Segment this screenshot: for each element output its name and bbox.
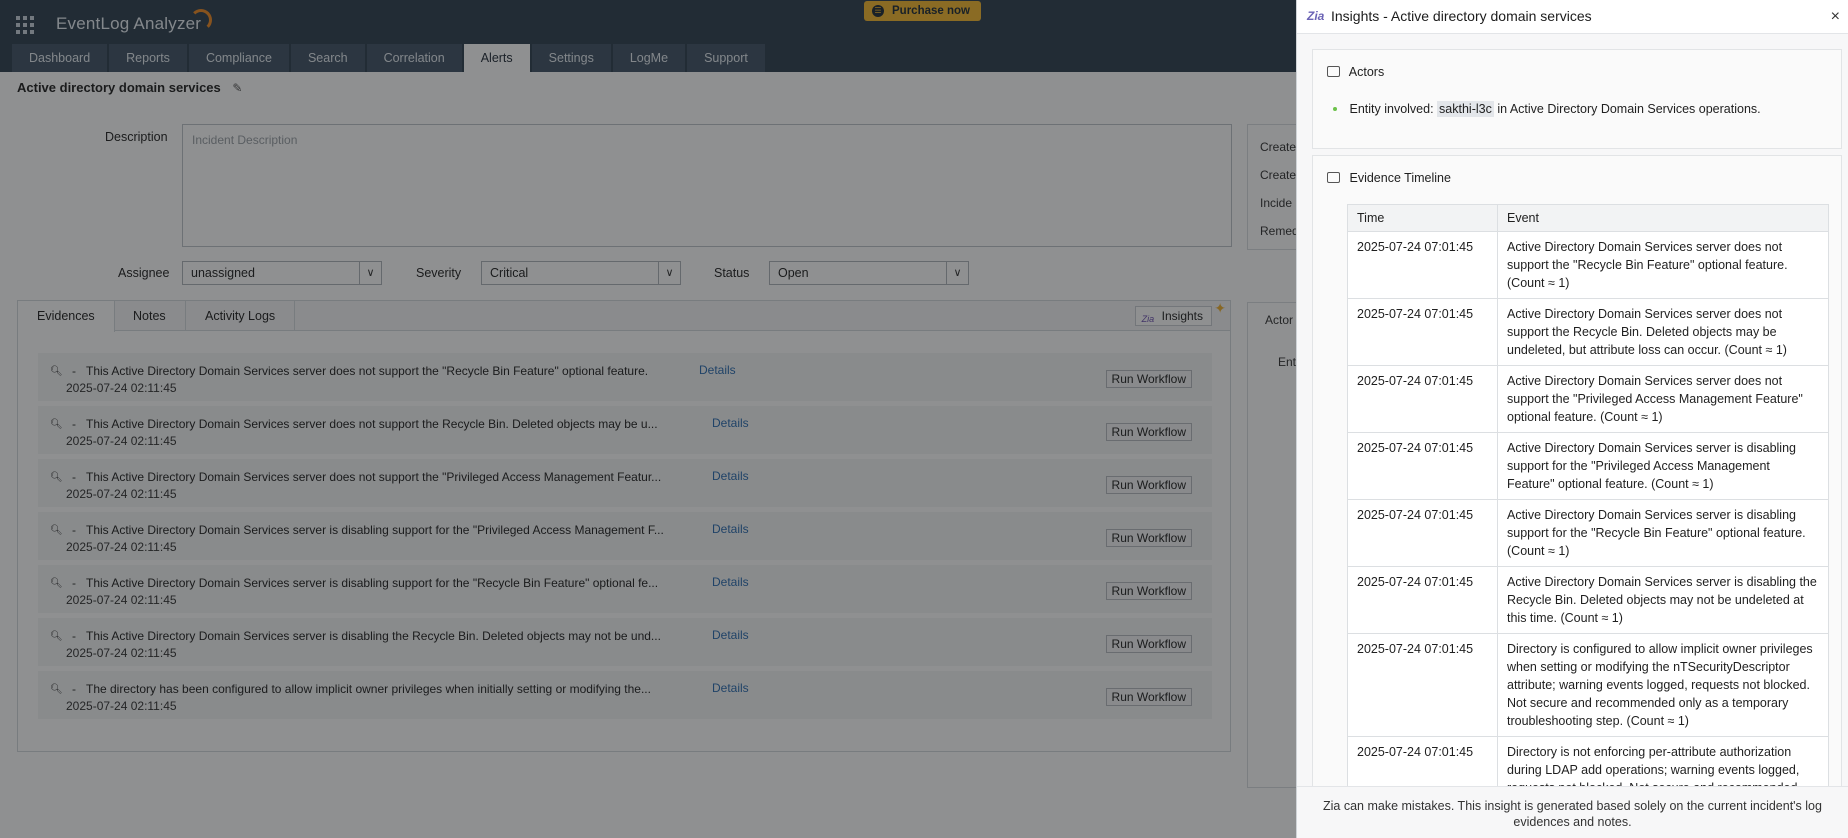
table-row: 2025-07-24 07:01:45 Active Directory Dom… [1347,432,1829,500]
table-header-row: Time Event [1347,204,1829,232]
timeline-heading-label: Evidence Timeline [1349,171,1451,185]
insights-header: Zia Insights - Active directory domain s… [1297,0,1848,34]
timeline-event: Active Directory Domain Services server … [1497,566,1829,634]
timeline-time: 2025-07-24 07:01:45 [1347,298,1498,366]
insights-title: Insights - Active directory domain servi… [1331,8,1592,24]
timeline-event: Directory is configured to allow implici… [1497,633,1829,737]
timeline-heading: Evidence Timeline [1327,171,1451,185]
insights-body[interactable]: Actors Entity involved: sakthi-l3c in Ac… [1297,34,1848,786]
actors-heading: Actors [1327,65,1384,79]
evidence-timeline-section: Evidence Timeline Time Event 2025-07-24 … [1312,155,1842,786]
table-row: 2025-07-24 07:01:45 Directory is not enf… [1347,736,1829,786]
disclaimer-line-1: Zia can make mistakes. This insight is g… [1323,799,1822,813]
timeline-event: Active Directory Domain Services server … [1497,365,1829,433]
actors-heading-label: Actors [1348,65,1385,79]
table-row: 2025-07-24 07:01:45 Active Directory Dom… [1347,298,1829,366]
calendar-icon [1327,172,1340,183]
entity-prefix: Entity involved: [1349,102,1434,116]
entity-bullet: Entity involved: sakthi-l3c in Active Di… [1333,101,1761,117]
timeline-time: 2025-07-24 07:01:45 [1347,633,1498,737]
timeline-event: Active Directory Domain Services server … [1497,432,1829,500]
id-card-icon [1327,66,1340,77]
timeline-time: 2025-07-24 07:01:45 [1347,736,1498,786]
zia-icon: Zia [1307,9,1325,23]
table-row: 2025-07-24 07:01:45 Active Directory Dom… [1347,365,1829,433]
timeline-event: Active Directory Domain Services server … [1497,231,1829,299]
col-time-header: Time [1347,204,1498,232]
modal-backdrop[interactable] [0,0,1296,838]
col-event-header: Event [1497,204,1829,232]
timeline-event: Active Directory Domain Services server … [1497,298,1829,366]
table-row: 2025-07-24 07:01:45 Active Directory Dom… [1347,499,1829,567]
entity-suffix: in Active Directory Domain Services oper… [1497,102,1761,116]
close-icon[interactable]: × [1831,8,1840,26]
table-row: 2025-07-24 07:01:45 Active Directory Dom… [1347,231,1829,299]
table-row: 2025-07-24 07:01:45 Active Directory Dom… [1347,566,1829,634]
timeline-time: 2025-07-24 07:01:45 [1347,499,1498,567]
table-row: 2025-07-24 07:01:45 Directory is configu… [1347,633,1829,737]
timeline-time: 2025-07-24 07:01:45 [1347,432,1498,500]
timeline-time: 2025-07-24 07:01:45 [1347,231,1498,299]
timeline-table: Time Event 2025-07-24 07:01:45 Active Di… [1347,204,1829,786]
insights-panel: Zia Insights - Active directory domain s… [1296,0,1848,838]
timeline-time: 2025-07-24 07:01:45 [1347,566,1498,634]
timeline-time: 2025-07-24 07:01:45 [1347,365,1498,433]
timeline-event: Active Directory Domain Services server … [1497,499,1829,567]
disclaimer-line-2: evidences and notes. [1513,815,1632,829]
ai-disclaimer: Zia can make mistakes. This insight is g… [1297,786,1848,838]
bullet-dot-icon [1333,107,1337,111]
actors-section: Actors Entity involved: sakthi-l3c in Ac… [1312,49,1842,149]
timeline-event: Directory is not enforcing per-attribute… [1497,736,1829,786]
entity-name: sakthi-l3c [1437,101,1494,117]
